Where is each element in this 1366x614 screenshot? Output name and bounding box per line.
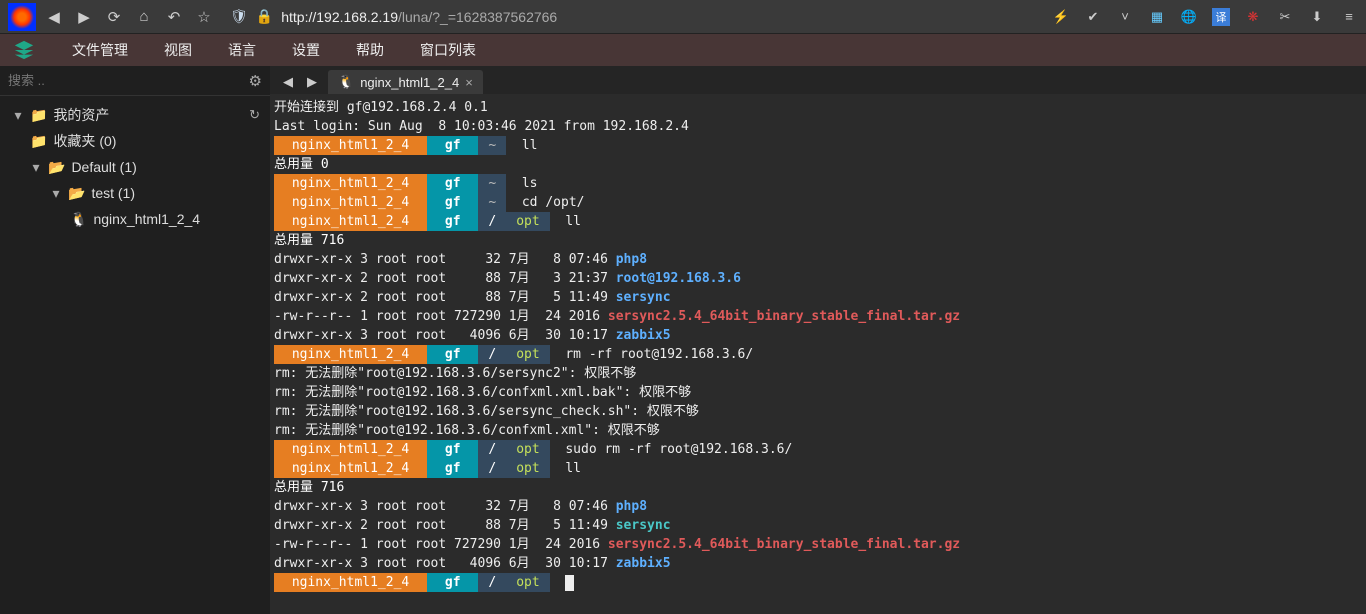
check-icon[interactable]: ✔ — [1084, 8, 1102, 26]
translate-icon[interactable]: 译 — [1212, 8, 1230, 26]
tree-fav-label: 收藏夹 (0) — [53, 131, 116, 151]
menu-windows[interactable]: 窗口列表 — [402, 34, 494, 66]
globe-icon[interactable]: 🌐 — [1180, 8, 1198, 26]
shield-icon: 🛡 — [230, 8, 248, 25]
tree-leaf-label: nginx_html1_2_4 — [93, 211, 200, 227]
app-logo[interactable] — [10, 36, 38, 64]
tree-root-label: 我的资产 — [53, 105, 109, 125]
sidebar: ⚙ ▾ 📁 我的资产 ↻ 📁 收藏夹 (0) ▾ 📂 Default (1) ▾… — [0, 66, 270, 614]
browser-extensions: ⚡ ✔ ˅ ▦ 🌐 译 ❋ ✂ ⬇ ≡ — [1052, 8, 1358, 26]
url-scheme: http:// — [281, 9, 316, 25]
linux-icon: 🐧 — [70, 211, 87, 228]
tab-title: nginx_html1_2_4 — [360, 75, 459, 90]
sidebar-search: ⚙ — [0, 66, 270, 96]
asset-tree: ▾ 📁 我的资产 ↻ 📁 收藏夹 (0) ▾ 📂 Default (1) ▾ 📂… — [0, 96, 270, 238]
menu-file[interactable]: 文件管理 — [54, 34, 146, 66]
tree-test[interactable]: ▾ 📂 test (1) — [0, 180, 270, 206]
chevron-down-icon[interactable]: ˅ — [1116, 8, 1134, 26]
tree-fav[interactable]: 📁 收藏夹 (0) — [0, 128, 270, 154]
folder-icon: 📁 — [30, 107, 47, 124]
grid-ext-icon[interactable]: ▦ — [1148, 8, 1166, 26]
nav-reload-button[interactable]: ⟳ — [102, 5, 126, 29]
url-bar[interactable]: 🛡 🔒 http://192.168.2.19/luna/?_=16283875… — [222, 4, 1046, 30]
bolt-icon[interactable]: ⚡ — [1052, 8, 1070, 26]
lock-icon: 🔒 — [256, 8, 273, 25]
url-host: 192.168.2.19 — [316, 9, 398, 25]
tree-leaf-host[interactable]: 🐧 nginx_html1_2_4 — [0, 206, 270, 232]
linux-icon: 🐧 — [338, 74, 354, 90]
ext-red-icon[interactable]: ❋ — [1244, 8, 1262, 26]
terminal-tabbar: ◀ ▶ 🐧 nginx_html1_2_4 × — [270, 66, 1366, 94]
nav-forward-button[interactable]: ▶ — [72, 5, 96, 29]
main-split: ⚙ ▾ 📁 我的资产 ↻ 📁 收藏夹 (0) ▾ 📂 Default (1) ▾… — [0, 66, 1366, 614]
nav-home-button[interactable]: ⌂ — [132, 5, 156, 29]
tab-next-button[interactable]: ▶ — [298, 70, 326, 94]
nav-back-button[interactable]: ◀ — [42, 5, 66, 29]
gear-icon[interactable]: ⚙ — [249, 72, 262, 90]
scissors-icon[interactable]: ✂ — [1276, 8, 1294, 26]
refresh-icon[interactable]: ↻ — [249, 107, 260, 123]
tree-test-label: test (1) — [91, 185, 135, 201]
browser-toolbar: ◀ ▶ ⟳ ⌂ ↶ ☆ 🛡 🔒 http://192.168.2.19/luna… — [0, 0, 1366, 34]
menu-view[interactable]: 视图 — [146, 34, 210, 66]
terminal-panel: ◀ ▶ 🐧 nginx_html1_2_4 × 开始连接到 gf@192.168… — [270, 66, 1366, 614]
folder-open-icon: 📂 — [68, 185, 85, 202]
menu-settings[interactable]: 设置 — [274, 34, 338, 66]
terminal-output[interactable]: 开始连接到 gf@192.168.2.4 0.1 Last login: Sun… — [270, 94, 1366, 614]
url-path: /luna/?_=1628387562766 — [398, 9, 557, 25]
tree-default-label: Default (1) — [71, 159, 136, 175]
download-icon[interactable]: ⬇ — [1308, 8, 1326, 26]
caret-down-icon: ▾ — [12, 107, 24, 124]
browser-avatar — [8, 3, 36, 31]
menu-help[interactable]: 帮助 — [338, 34, 402, 66]
folder-icon: 📁 — [30, 133, 47, 150]
caret-down-icon: ▾ — [30, 159, 42, 176]
nav-bookmark-button[interactable]: ☆ — [192, 5, 216, 29]
tree-root[interactable]: ▾ 📁 我的资产 ↻ — [0, 102, 270, 128]
nav-undo-button[interactable]: ↶ — [162, 5, 186, 29]
tree-default[interactable]: ▾ 📂 Default (1) — [0, 154, 270, 180]
folder-open-icon: 📂 — [48, 159, 65, 176]
menu-lang[interactable]: 语言 — [210, 34, 274, 66]
terminal-tab[interactable]: 🐧 nginx_html1_2_4 × — [328, 70, 483, 94]
close-icon[interactable]: × — [465, 75, 473, 90]
search-input[interactable] — [8, 73, 249, 88]
app-menubar: 文件管理 视图 语言 设置 帮助 窗口列表 — [0, 34, 1366, 66]
hamburger-icon[interactable]: ≡ — [1340, 8, 1358, 26]
caret-down-icon: ▾ — [50, 185, 62, 202]
